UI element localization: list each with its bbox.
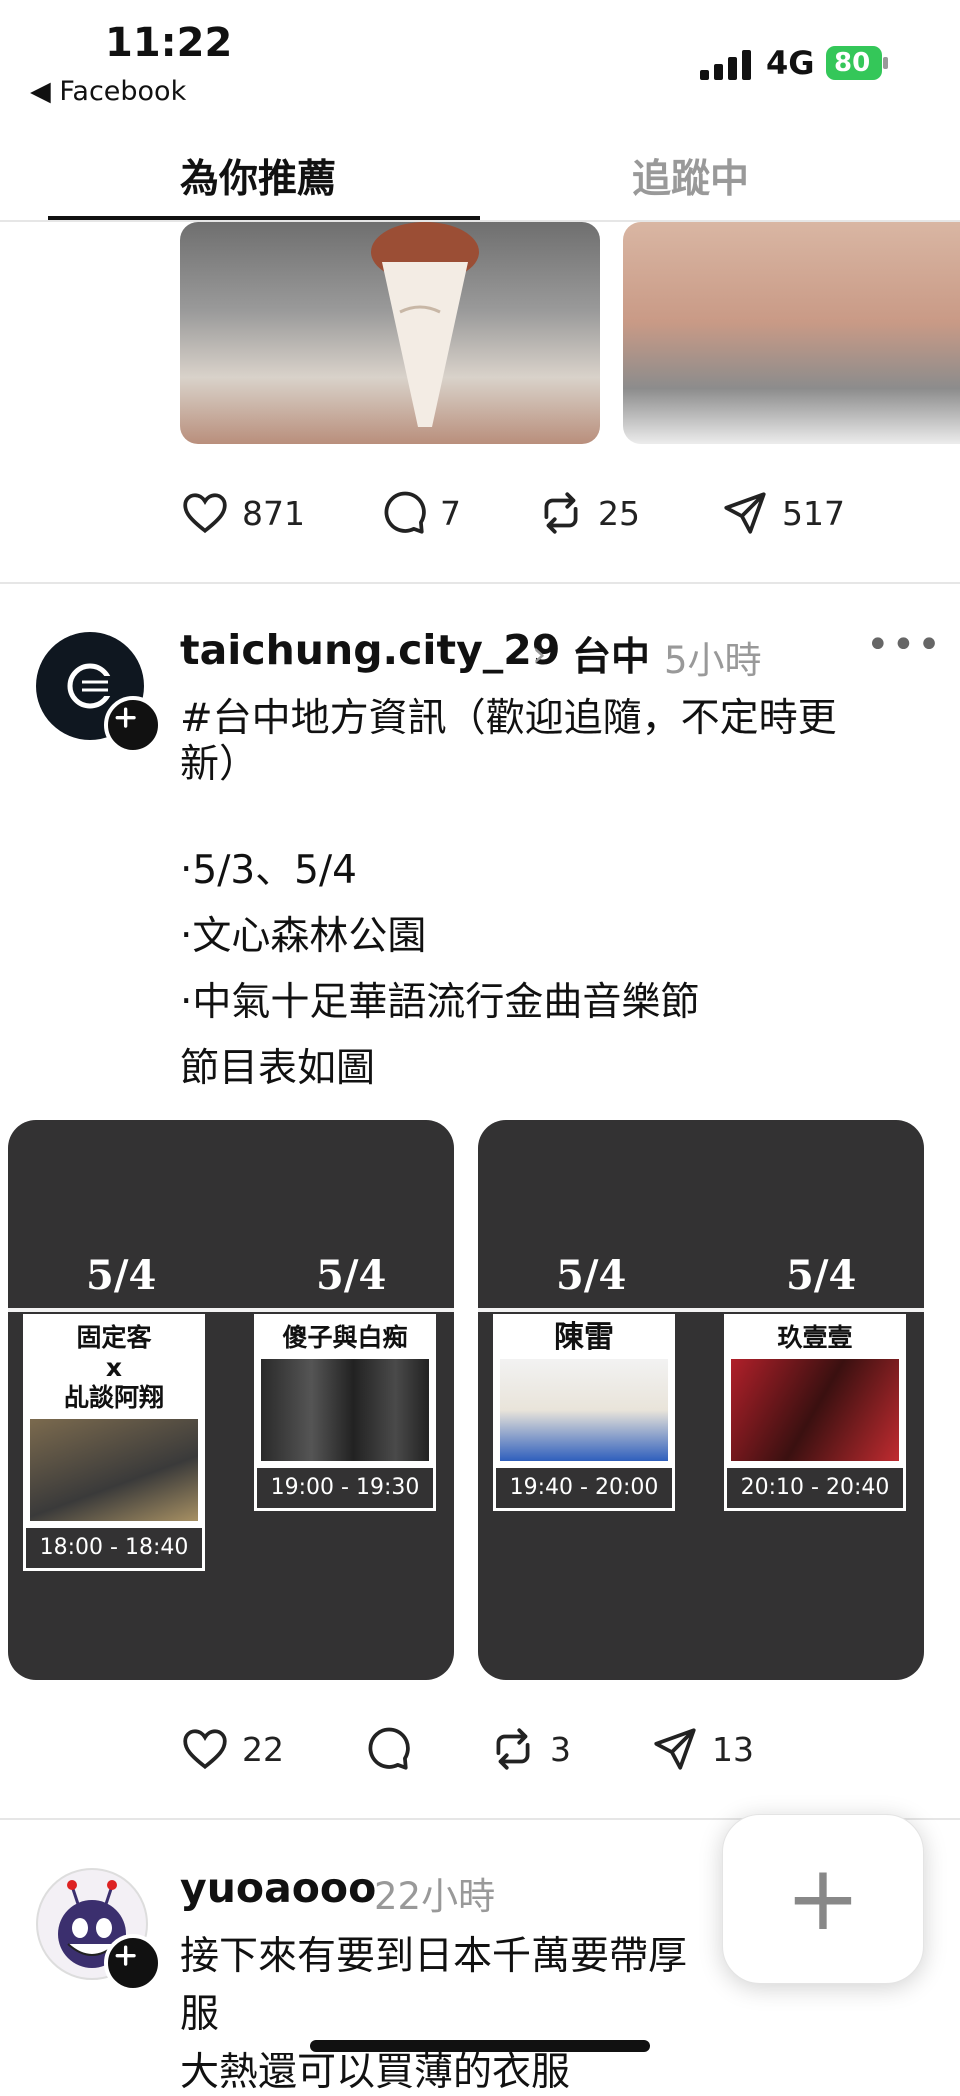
more-icon[interactable]: •••	[866, 622, 943, 668]
performance-time: 19:00 - 19:30	[257, 1465, 433, 1508]
like-button[interactable]: 871	[180, 488, 305, 538]
performer-name: 陳雷	[554, 1320, 614, 1355]
status-time: 11:22	[105, 20, 233, 66]
caption-line: 服	[180, 1992, 220, 2037]
repost-icon	[496, 1728, 530, 1770]
repost-icon	[544, 492, 578, 534]
share-button[interactable]: 517	[720, 488, 845, 538]
plus-icon	[115, 1945, 136, 1966]
repost-button[interactable]: 3	[488, 1724, 571, 1774]
performer-card: 玖壹壹 20:10 - 20:40	[724, 1314, 906, 1511]
performer-name: 玖壹壹	[777, 1323, 853, 1352]
post-caption: #台中地方資訊（歡迎追隨，不定時更新）	[180, 696, 837, 787]
performance-time: 19:40 - 20:00	[496, 1465, 672, 1508]
share-button[interactable]: 13	[650, 1724, 754, 1774]
performance-time: 18:00 - 18:40	[26, 1525, 202, 1568]
send-icon	[724, 492, 766, 534]
reply-button[interactable]	[362, 1724, 424, 1774]
tab-for-you[interactable]: 為你推薦	[180, 148, 336, 204]
post-photo[interactable]	[623, 222, 960, 444]
performer-name: 傻子與白痴	[282, 1323, 408, 1352]
post-location[interactable]: 台中	[572, 626, 650, 682]
performer-photo	[731, 1359, 899, 1461]
repost-count: 3	[550, 1729, 571, 1769]
post-image-schedule[interactable]: 5/4 5/4 陳雷 19:40 - 20:00 玖壹壹 20:10 - 20:…	[478, 1120, 924, 1680]
compose-button[interactable]: +	[722, 1814, 924, 1984]
network-type: 4G	[766, 44, 815, 82]
heart-icon	[183, 493, 227, 534]
performer-card: 陳雷 19:40 - 20:00	[493, 1314, 675, 1511]
like-count: 871	[242, 493, 305, 533]
plus-icon: +	[785, 1846, 861, 1951]
follow-plus-button[interactable]	[104, 1934, 162, 1992]
post-divider	[0, 582, 960, 584]
comment-icon	[384, 491, 426, 534]
performer-photo	[261, 1359, 429, 1461]
send-icon	[654, 1728, 696, 1770]
chevron-right-icon: ›	[532, 634, 547, 675]
performer-photo	[30, 1419, 198, 1521]
performer-photo	[500, 1359, 668, 1461]
schedule-date: 5/4	[556, 1252, 627, 1299]
post-body-list: ‧5/3、5/4 ‧文心森林公園 ‧中氣十足華語流行金曲音樂節 節目表如圖	[180, 848, 699, 1112]
share-count: 13	[712, 1729, 754, 1769]
follow-plus-button[interactable]	[104, 696, 162, 754]
share-count: 517	[782, 493, 845, 533]
like-button[interactable]: 22	[180, 1724, 284, 1774]
list-item: 節目表如圖	[180, 1046, 376, 1091]
like-count: 22	[242, 1729, 284, 1769]
post-timestamp: 22小時	[374, 1875, 496, 1918]
post-image-schedule[interactable]: 5/4 5/4 固定客 x 乩談阿翔 18:00 - 18:40 傻子與白痴 1…	[8, 1120, 454, 1680]
home-indicator[interactable]	[310, 2040, 650, 2052]
caption-line: 接下來有要到日本千萬要帶厚	[180, 1934, 688, 1979]
reply-button[interactable]: 7	[378, 488, 461, 538]
caption-line: 大熱還可以買薄的衣服	[180, 2050, 571, 2095]
reply-count: 7	[440, 493, 461, 533]
comment-icon	[368, 1727, 410, 1770]
performer-name: 固定客 x 乩談阿翔	[63, 1323, 164, 1412]
heart-icon	[183, 1729, 227, 1770]
performer-card: 固定客 x 乩談阿翔 18:00 - 18:40	[23, 1314, 205, 1571]
schedule-date: 5/4	[86, 1252, 157, 1299]
post-username[interactable]: taichung.city_29	[180, 626, 560, 674]
schedule-date: 5/4	[786, 1252, 857, 1299]
schedule-date: 5/4	[316, 1252, 387, 1299]
performance-time: 20:10 - 20:40	[727, 1465, 903, 1508]
post-username[interactable]: yuoaooo	[180, 1864, 376, 1912]
divider-line	[8, 1308, 454, 1312]
cell-signal-icon	[700, 50, 751, 80]
ice-cream-cone-image	[371, 222, 479, 427]
list-item: ‧中氣十足華語流行金曲音樂節	[180, 980, 700, 1025]
back-to-app-link[interactable]: ◀ Facebook	[30, 76, 186, 107]
plus-icon	[115, 707, 136, 728]
list-item: ‧文心森林公園	[180, 914, 427, 959]
tab-following[interactable]: 追蹤中	[632, 148, 749, 204]
performer-card: 傻子與白痴 19:00 - 19:30	[254, 1314, 436, 1511]
divider-line	[478, 1308, 924, 1312]
post-caption: 接下來有要到日本千萬要帶厚 服 大熱還可以買薄的衣服	[180, 1934, 740, 2096]
list-item: ‧5/3、5/4	[180, 848, 357, 893]
repost-button[interactable]: 25	[536, 488, 640, 538]
post-timestamp: 5小時	[664, 639, 762, 682]
battery-level: 80	[834, 48, 871, 78]
repost-count: 25	[598, 493, 640, 533]
